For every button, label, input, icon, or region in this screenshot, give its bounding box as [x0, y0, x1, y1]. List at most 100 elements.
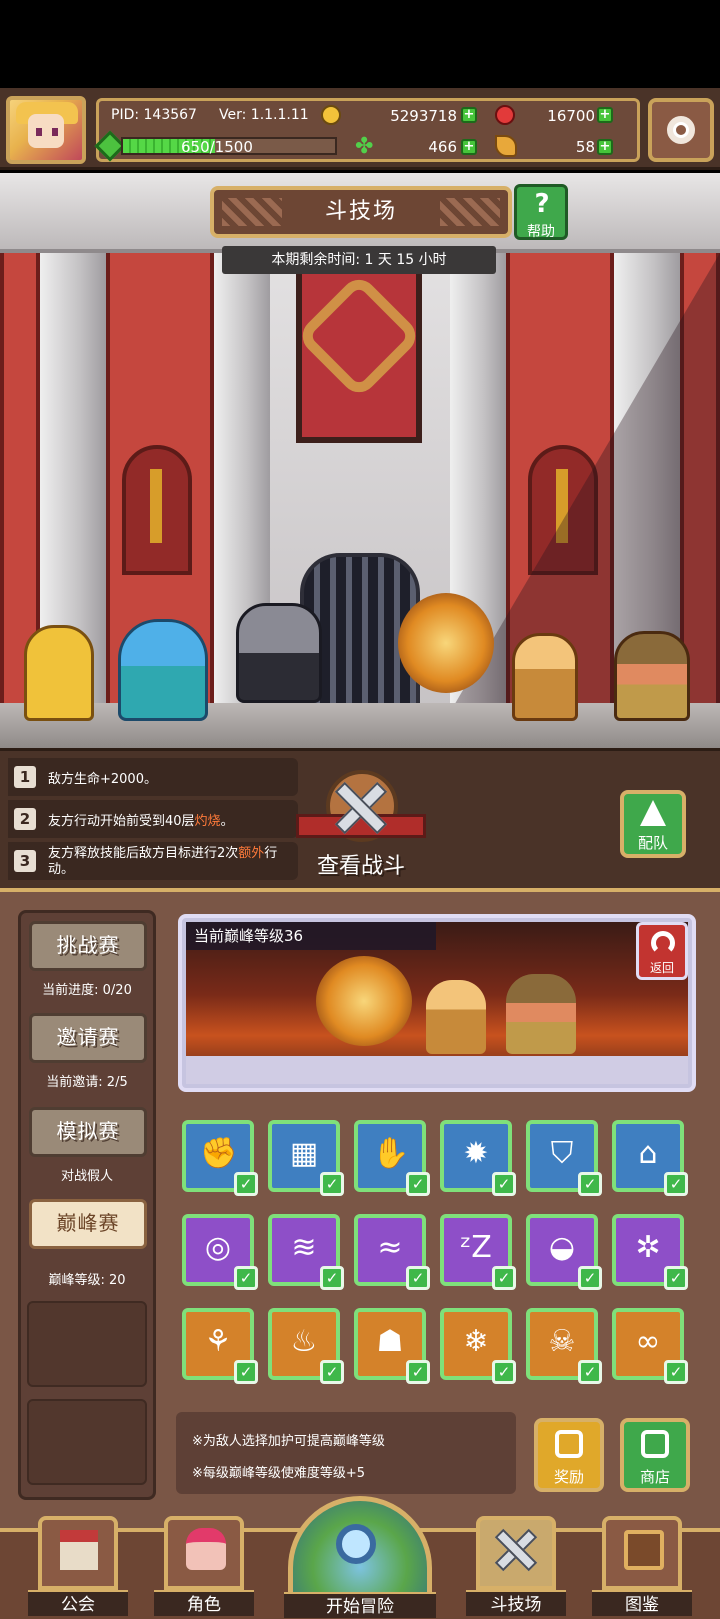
- hint-notes: ※为敌人选择加护可提高巅峰等级 ※每级巅峰等级使难度等级+5: [176, 1412, 516, 1494]
- blessing-tile[interactable]: ♨ ✓: [268, 1308, 344, 1384]
- rule-item: 3 友方释放技能后敌方目标进行2次额外行动。: [8, 842, 298, 880]
- ally-golden-warrior: [24, 625, 94, 721]
- player-avatar[interactable]: [6, 96, 86, 164]
- rule-item: 1 敌方生命+2000。: [8, 758, 298, 796]
- player-id: PID: 143567: [111, 107, 197, 123]
- peak-level-label: 当前巅峰等级36: [186, 922, 436, 950]
- nav-character-label: 角色: [154, 1590, 254, 1616]
- empty-mode-slot: [27, 1301, 147, 1387]
- enemy-hooded-archer: [614, 631, 690, 721]
- snowflake-icon: ❄: [463, 1324, 489, 1359]
- blessing-tile[interactable]: ⛉ ✓: [526, 1120, 602, 1196]
- back-button[interactable]: 返回: [636, 922, 688, 980]
- blessing-tile[interactable]: ᶻZ ✓: [440, 1214, 516, 1290]
- rule-item: 2 友方行动开始前受到40层灼烧。: [8, 800, 298, 838]
- return-arrow-icon: [651, 931, 675, 955]
- gear-icon: [667, 116, 695, 144]
- ghost-icon: ☗: [376, 1324, 404, 1359]
- rule-text: 敌方生命+2000。: [48, 772, 157, 787]
- nav-start-adventure[interactable]: 开始冒险: [278, 1496, 442, 1619]
- rule-number: 2: [14, 808, 36, 830]
- blessing-tile[interactable]: ∞ ✓: [612, 1308, 688, 1384]
- exp-text: 650/1500: [181, 138, 253, 156]
- blessing-tile[interactable]: ◒ ✓: [526, 1214, 602, 1290]
- blessing-tile[interactable]: ☗ ✓: [354, 1308, 430, 1384]
- settings-button[interactable]: [648, 98, 714, 162]
- enemy-blonde-fighter: [512, 633, 578, 721]
- rule-text: 友方释放技能后敌方目标进行2次额外行动。: [48, 846, 278, 877]
- blessing-tile[interactable]: ✊ ✓: [182, 1120, 258, 1196]
- ally-dark-knight: [236, 603, 322, 703]
- blessing-tile[interactable]: ≋ ✓: [268, 1214, 344, 1290]
- simulation-mode-button[interactable]: 模拟赛: [29, 1107, 147, 1157]
- page-title: 斗技场: [210, 186, 512, 238]
- blessing-tile[interactable]: ▦ ✓: [268, 1120, 344, 1196]
- add-horn-button[interactable]: +: [597, 139, 613, 155]
- peak-mode-button[interactable]: 巅峰赛: [29, 1199, 147, 1249]
- add-gem-button[interactable]: +: [597, 107, 613, 123]
- selected-check-icon: ✓: [234, 1266, 258, 1290]
- character-icon: [186, 1528, 226, 1570]
- nav-codex[interactable]: 图鉴: [592, 1516, 692, 1616]
- nav-guild[interactable]: 公会: [28, 1516, 128, 1616]
- blessing-tile[interactable]: ≈ ✓: [354, 1214, 430, 1290]
- blessing-tile[interactable]: ⌂ ✓: [612, 1120, 688, 1196]
- burn-keyword[interactable]: 灼烧: [195, 814, 221, 829]
- preview-enemy-orb: [316, 956, 412, 1046]
- hint-line: ※为敌人选择加护可提高巅峰等级: [192, 1434, 385, 1449]
- infinity-icon: ∞: [635, 1324, 661, 1359]
- add-clover-button[interactable]: +: [461, 139, 477, 155]
- preview-enemy-archer: [506, 974, 576, 1054]
- horn-icon: [495, 135, 517, 157]
- watch-battle-label: 查看战斗: [316, 854, 405, 879]
- nav-guild-label: 公会: [28, 1590, 128, 1616]
- selected-check-icon: ✓: [664, 1172, 688, 1196]
- reward-button[interactable]: 奖励: [534, 1418, 604, 1492]
- empty-mode-slot: [27, 1399, 147, 1485]
- team-label: 配队: [637, 834, 668, 852]
- skull-icon: ☠: [548, 1324, 576, 1359]
- extra-action-keyword[interactable]: 额外: [238, 846, 264, 861]
- add-gold-button[interactable]: +: [461, 107, 477, 123]
- team-icon: [640, 800, 666, 826]
- blessing-tile[interactable]: ✹ ✓: [440, 1120, 516, 1196]
- game-version: Ver: 1.1.1.11: [219, 107, 309, 123]
- selected-check-icon: ✓: [320, 1360, 344, 1384]
- hint-line: ※每级巅峰等级使难度等级+5: [192, 1466, 366, 1481]
- nav-character[interactable]: 角色: [154, 1516, 254, 1616]
- nav-arena[interactable]: 斗技场: [466, 1516, 566, 1616]
- codex-book-icon: [624, 1530, 664, 1570]
- back-label: 返回: [649, 961, 674, 975]
- peak-level: 巅峰等级: 20: [48, 1273, 126, 1288]
- help-button[interactable]: ? 帮助: [514, 184, 568, 240]
- selected-check-icon: ✓: [578, 1266, 602, 1290]
- selected-check-icon: ✓: [492, 1172, 516, 1196]
- blessing-tile[interactable]: ✋ ✓: [354, 1120, 430, 1196]
- team-setup-button[interactable]: 配队: [620, 790, 686, 858]
- selected-check-icon: ✓: [578, 1172, 602, 1196]
- selected-check-icon: ✓: [320, 1266, 344, 1290]
- watch-battle-button[interactable]: 查看战斗: [296, 770, 426, 880]
- blessing-tile[interactable]: ⚘ ✓: [182, 1308, 258, 1384]
- blessing-tile[interactable]: ✲ ✓: [612, 1214, 688, 1290]
- selected-check-icon: ✓: [492, 1360, 516, 1384]
- clover-icon: ✤: [355, 134, 374, 159]
- clover-amount: 466: [428, 138, 457, 156]
- challenge-mode-button[interactable]: 挑战赛: [29, 921, 147, 971]
- shield-icon: ⛉: [550, 1136, 574, 1171]
- gold-amount: 5293718: [390, 107, 457, 125]
- blessing-tile[interactable]: ◎ ✓: [182, 1214, 258, 1290]
- gem-amount: 16700: [547, 107, 595, 125]
- slime-icon: ◒: [548, 1230, 576, 1265]
- season-timer: 本期剩余时间: 1 天 15 小时: [222, 246, 496, 274]
- invitational-mode-button[interactable]: 邀请赛: [29, 1013, 147, 1063]
- blessing-tile[interactable]: ☠ ✓: [526, 1308, 602, 1384]
- guild-building-icon: [60, 1530, 98, 1570]
- selected-check-icon: ✓: [578, 1360, 602, 1384]
- shop-button[interactable]: 商店: [620, 1418, 690, 1492]
- blessing-tile[interactable]: ❄ ✓: [440, 1308, 516, 1384]
- challenge-progress: 当前进度: 0/20: [42, 983, 132, 998]
- selected-check-icon: ✓: [234, 1360, 258, 1384]
- nav-arena-label: 斗技场: [466, 1590, 566, 1616]
- red-gem-icon: [495, 105, 515, 125]
